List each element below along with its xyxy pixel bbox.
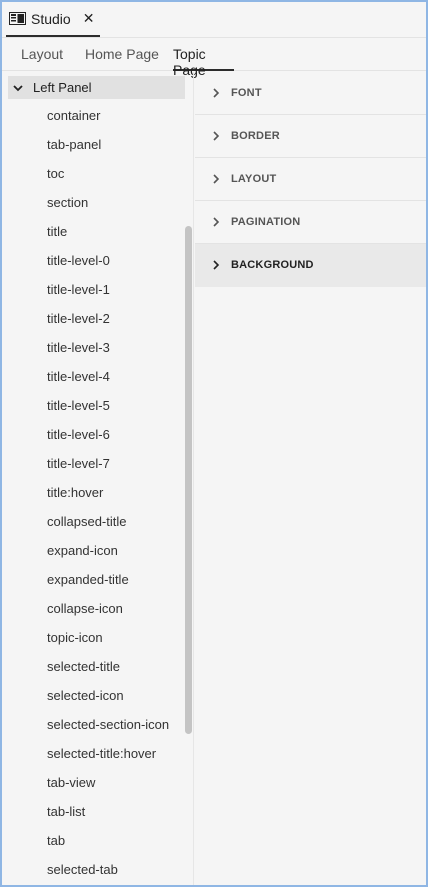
tree-item-collapse-icon[interactable]: collapse-icon bbox=[2, 594, 182, 623]
tab-home-page[interactable]: Home Page bbox=[85, 46, 159, 71]
tree-item-tab-list[interactable]: tab-list bbox=[2, 797, 182, 826]
left-panel-group-header[interactable]: Left Panel bbox=[8, 76, 185, 99]
tree-item-collapsed-title[interactable]: collapsed-title bbox=[2, 507, 182, 536]
properties-panel: FONT BORDER LAYOUT PAGINATION BACKGROUND bbox=[195, 72, 426, 885]
tree-item-selected-title[interactable]: selected-title bbox=[2, 652, 182, 681]
close-icon[interactable]: ✕ bbox=[83, 10, 95, 27]
section-pagination[interactable]: PAGINATION bbox=[195, 201, 426, 244]
tree-item-selected-icon[interactable]: selected-icon bbox=[2, 681, 182, 710]
tree-item-expand-icon[interactable]: expand-icon bbox=[2, 536, 182, 565]
tree-item-section[interactable]: section bbox=[2, 188, 182, 217]
studio-app-icon bbox=[9, 12, 26, 25]
studio-window: Studio ✕ Layout Home Page Topic Page Lef… bbox=[2, 2, 426, 885]
tree-item-title-level-5[interactable]: title-level-5 bbox=[2, 391, 182, 420]
section-label: LAYOUT bbox=[231, 173, 277, 185]
tree-scrollbar[interactable] bbox=[185, 226, 192, 734]
tree-item-tab-panel[interactable]: tab-panel bbox=[2, 130, 182, 159]
section-label: PAGINATION bbox=[231, 216, 301, 228]
tree-item-title-level-4[interactable]: title-level-4 bbox=[2, 362, 182, 391]
section-label: FONT bbox=[231, 87, 262, 99]
window-title: Studio bbox=[31, 10, 71, 27]
tree-item-title-hover[interactable]: title:hover bbox=[2, 478, 182, 507]
tree-item-expanded-title[interactable]: expanded-title bbox=[2, 565, 182, 594]
tree-item-title-level-0[interactable]: title-level-0 bbox=[2, 246, 182, 275]
chevron-down-icon bbox=[13, 84, 23, 91]
document-tab[interactable]: Studio ✕ bbox=[6, 2, 100, 37]
tree-item-title-level-2[interactable]: title-level-2 bbox=[2, 304, 182, 333]
section-font[interactable]: FONT bbox=[195, 72, 426, 115]
section-layout[interactable]: LAYOUT bbox=[195, 158, 426, 201]
section-label: BORDER bbox=[231, 130, 280, 142]
tree-item-title-level-7[interactable]: title-level-7 bbox=[2, 449, 182, 478]
tree-item-container[interactable]: container bbox=[2, 101, 182, 130]
chevron-right-icon bbox=[213, 217, 220, 227]
chevron-right-icon bbox=[213, 131, 220, 141]
page-tabs: Layout Home Page Topic Page bbox=[2, 39, 426, 78]
tree-item-tab-view[interactable]: tab-view bbox=[2, 768, 182, 797]
title-bar: Studio ✕ bbox=[2, 2, 426, 38]
section-background[interactable]: BACKGROUND bbox=[195, 244, 426, 287]
chevron-right-icon bbox=[213, 88, 220, 98]
tab-layout[interactable]: Layout bbox=[21, 46, 63, 71]
chevron-right-icon bbox=[213, 260, 220, 270]
tree-item-selected-section-icon[interactable]: selected-section-icon bbox=[2, 710, 182, 739]
tree-item-title-level-1[interactable]: title-level-1 bbox=[2, 275, 182, 304]
tree-item-topic-icon[interactable]: topic-icon bbox=[2, 623, 182, 652]
tab-topic-page[interactable]: Topic Page bbox=[173, 46, 234, 78]
element-tree-panel: Left Panel container tab-panel toc section t… bbox=[2, 72, 194, 885]
element-tree-list: container tab-panel toc section title title-l… bbox=[2, 101, 182, 884]
tree-item-title-level-3[interactable]: title-level-3 bbox=[2, 333, 182, 362]
section-label: BACKGROUND bbox=[231, 259, 314, 271]
tree-item-title[interactable]: title bbox=[2, 217, 182, 246]
tree-item-tab[interactable]: tab bbox=[2, 826, 182, 855]
chevron-right-icon bbox=[213, 174, 220, 184]
tree-item-toc[interactable]: toc bbox=[2, 159, 182, 188]
tree-item-title-level-6[interactable]: title-level-6 bbox=[2, 420, 182, 449]
tree-item-selected-title-hover[interactable]: selected-title:hover bbox=[2, 739, 182, 768]
section-border[interactable]: BORDER bbox=[195, 115, 426, 158]
left-panel-group-label: Left Panel bbox=[33, 80, 92, 95]
tree-item-selected-tab[interactable]: selected-tab bbox=[2, 855, 182, 884]
